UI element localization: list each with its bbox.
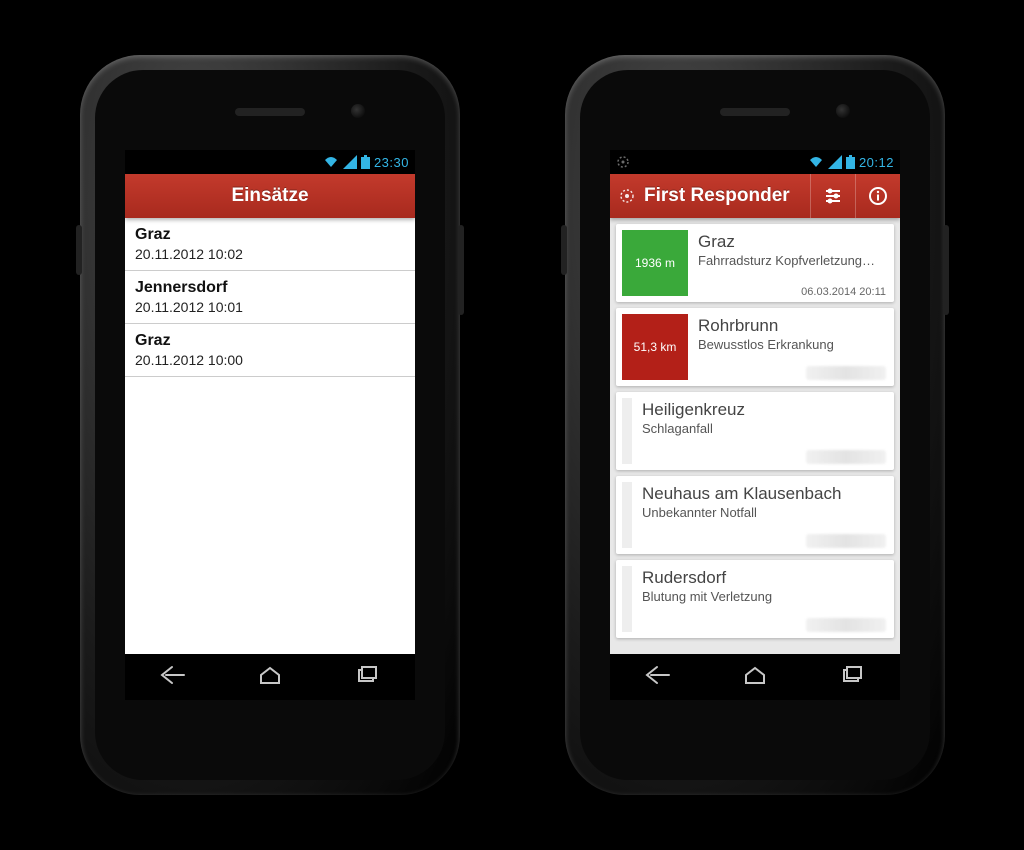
incident-card[interactable]: Rudersdorf Blutung mit Verletzung (616, 560, 894, 638)
appbar: First Responder (610, 174, 900, 218)
list-item[interactable]: Graz 20.11.2012 10:02 (125, 218, 415, 271)
item-time: 20.11.2012 10:00 (135, 352, 405, 368)
incident-card[interactable]: 1936 m Graz Fahrradsturz Kopfverletzung…… (616, 224, 894, 302)
card-location: Heiligenkreuz (642, 400, 886, 420)
incident-card[interactable]: Heiligenkreuz Schlaganfall (616, 392, 894, 470)
item-title: Jennersdorf (135, 279, 405, 297)
appbar: Einsätze (125, 174, 415, 218)
recent-icon[interactable] (354, 665, 380, 690)
card-description: Bewusstlos Erkrankung (698, 337, 886, 353)
item-title: Graz (135, 226, 405, 244)
card-location: Rudersdorf (642, 568, 886, 588)
card-timestamp: 06.03.2014 20:11 (801, 286, 886, 298)
power-button[interactable] (76, 225, 82, 275)
screen-left: 23:30 Einsätze Graz 20.11.2012 10:02 Jen… (125, 150, 415, 700)
distance-badge (622, 398, 632, 464)
volume-button[interactable] (943, 225, 949, 315)
redacted-timestamp (806, 366, 886, 380)
home-icon[interactable] (257, 665, 283, 690)
status-clock: 23:30 (374, 155, 409, 170)
gps-icon (616, 155, 630, 169)
incident-card[interactable]: Neuhaus am Klausenbach Unbekannter Notfa… (616, 476, 894, 554)
item-time: 20.11.2012 10:02 (135, 246, 405, 262)
speaker (720, 108, 790, 116)
back-icon[interactable] (645, 665, 671, 690)
wifi-icon (808, 155, 824, 169)
distance-badge (622, 482, 632, 548)
status-bar: 23:30 (125, 150, 415, 174)
battery-icon (846, 155, 855, 169)
distance-badge: 1936 m (622, 230, 688, 296)
screen-right: 20:12 First Responder 1936 m Graz Fahrra… (610, 150, 900, 700)
speaker (235, 108, 305, 116)
phone-right: 20:12 First Responder 1936 m Graz Fahrra… (565, 55, 945, 795)
back-icon[interactable] (160, 665, 186, 690)
incident-list[interactable]: Graz 20.11.2012 10:02 Jennersdorf 20.11.… (125, 218, 415, 700)
front-camera (836, 104, 850, 118)
incident-card-list[interactable]: 1936 m Graz Fahrradsturz Kopfverletzung…… (610, 218, 900, 700)
battery-icon (361, 155, 370, 169)
incident-card[interactable]: 51,3 km Rohrbrunn Bewusstlos Erkrankung (616, 308, 894, 386)
distance-badge (622, 566, 632, 632)
redacted-timestamp (806, 450, 886, 464)
recent-icon[interactable] (839, 665, 865, 690)
appbar-title: Einsätze (231, 185, 308, 207)
card-description: Unbekannter Notfall (642, 505, 886, 521)
info-button[interactable] (855, 174, 900, 218)
card-location: Neuhaus am Klausenbach (642, 484, 886, 504)
wifi-icon (323, 155, 339, 169)
volume-button[interactable] (458, 225, 464, 315)
redacted-timestamp (806, 534, 886, 548)
signal-icon (828, 155, 842, 169)
card-description: Schlaganfall (642, 421, 886, 437)
signal-icon (343, 155, 357, 169)
item-time: 20.11.2012 10:01 (135, 299, 405, 315)
distance-badge: 51,3 km (622, 314, 688, 380)
redacted-timestamp (806, 618, 886, 632)
nav-bar (125, 654, 415, 700)
card-location: Graz (698, 232, 886, 252)
list-item[interactable]: Graz 20.11.2012 10:00 (125, 324, 415, 377)
home-icon[interactable] (742, 665, 768, 690)
phone-left: 23:30 Einsätze Graz 20.11.2012 10:02 Jen… (80, 55, 460, 795)
card-description: Fahrradsturz Kopfverletzung… (698, 253, 886, 269)
list-item[interactable]: Jennersdorf 20.11.2012 10:01 (125, 271, 415, 324)
power-button[interactable] (561, 225, 567, 275)
status-clock: 20:12 (859, 155, 894, 170)
status-bar: 20:12 (610, 150, 900, 174)
gps-icon[interactable] (610, 187, 644, 205)
nav-bar (610, 654, 900, 700)
item-title: Graz (135, 332, 405, 350)
card-location: Rohrbrunn (698, 316, 886, 336)
settings-button[interactable] (810, 174, 855, 218)
front-camera (351, 104, 365, 118)
appbar-title: First Responder (644, 185, 790, 207)
card-description: Blutung mit Verletzung (642, 589, 886, 605)
